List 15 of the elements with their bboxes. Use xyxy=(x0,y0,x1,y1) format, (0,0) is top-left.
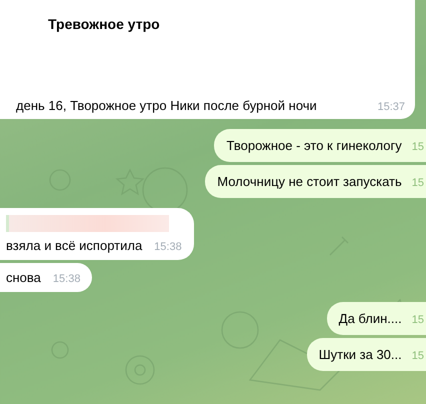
message-text: Шутки за 30... xyxy=(318,347,402,362)
message-text: день 16, Творожное утро Ники после бурной ночи xyxy=(16,98,317,113)
message-time: 15:37 xyxy=(377,101,405,113)
message-text: Творожное - это к гинекологу xyxy=(226,138,402,153)
message-text: взяла и всё испортила xyxy=(6,238,142,253)
message-text: Да блин.... xyxy=(338,311,402,326)
message-time: 15 xyxy=(412,177,424,189)
message-time: 15 xyxy=(412,350,424,362)
message-time: 15:38 xyxy=(154,241,182,253)
message-time: 15 xyxy=(412,141,424,153)
card-title: Тревожное утро xyxy=(48,16,161,34)
message-text: Молочницу не стоит запускать xyxy=(217,174,402,189)
message-time: 15:38 xyxy=(52,273,80,285)
message-time: 15 xyxy=(412,314,424,326)
message-text: снова xyxy=(6,270,41,285)
